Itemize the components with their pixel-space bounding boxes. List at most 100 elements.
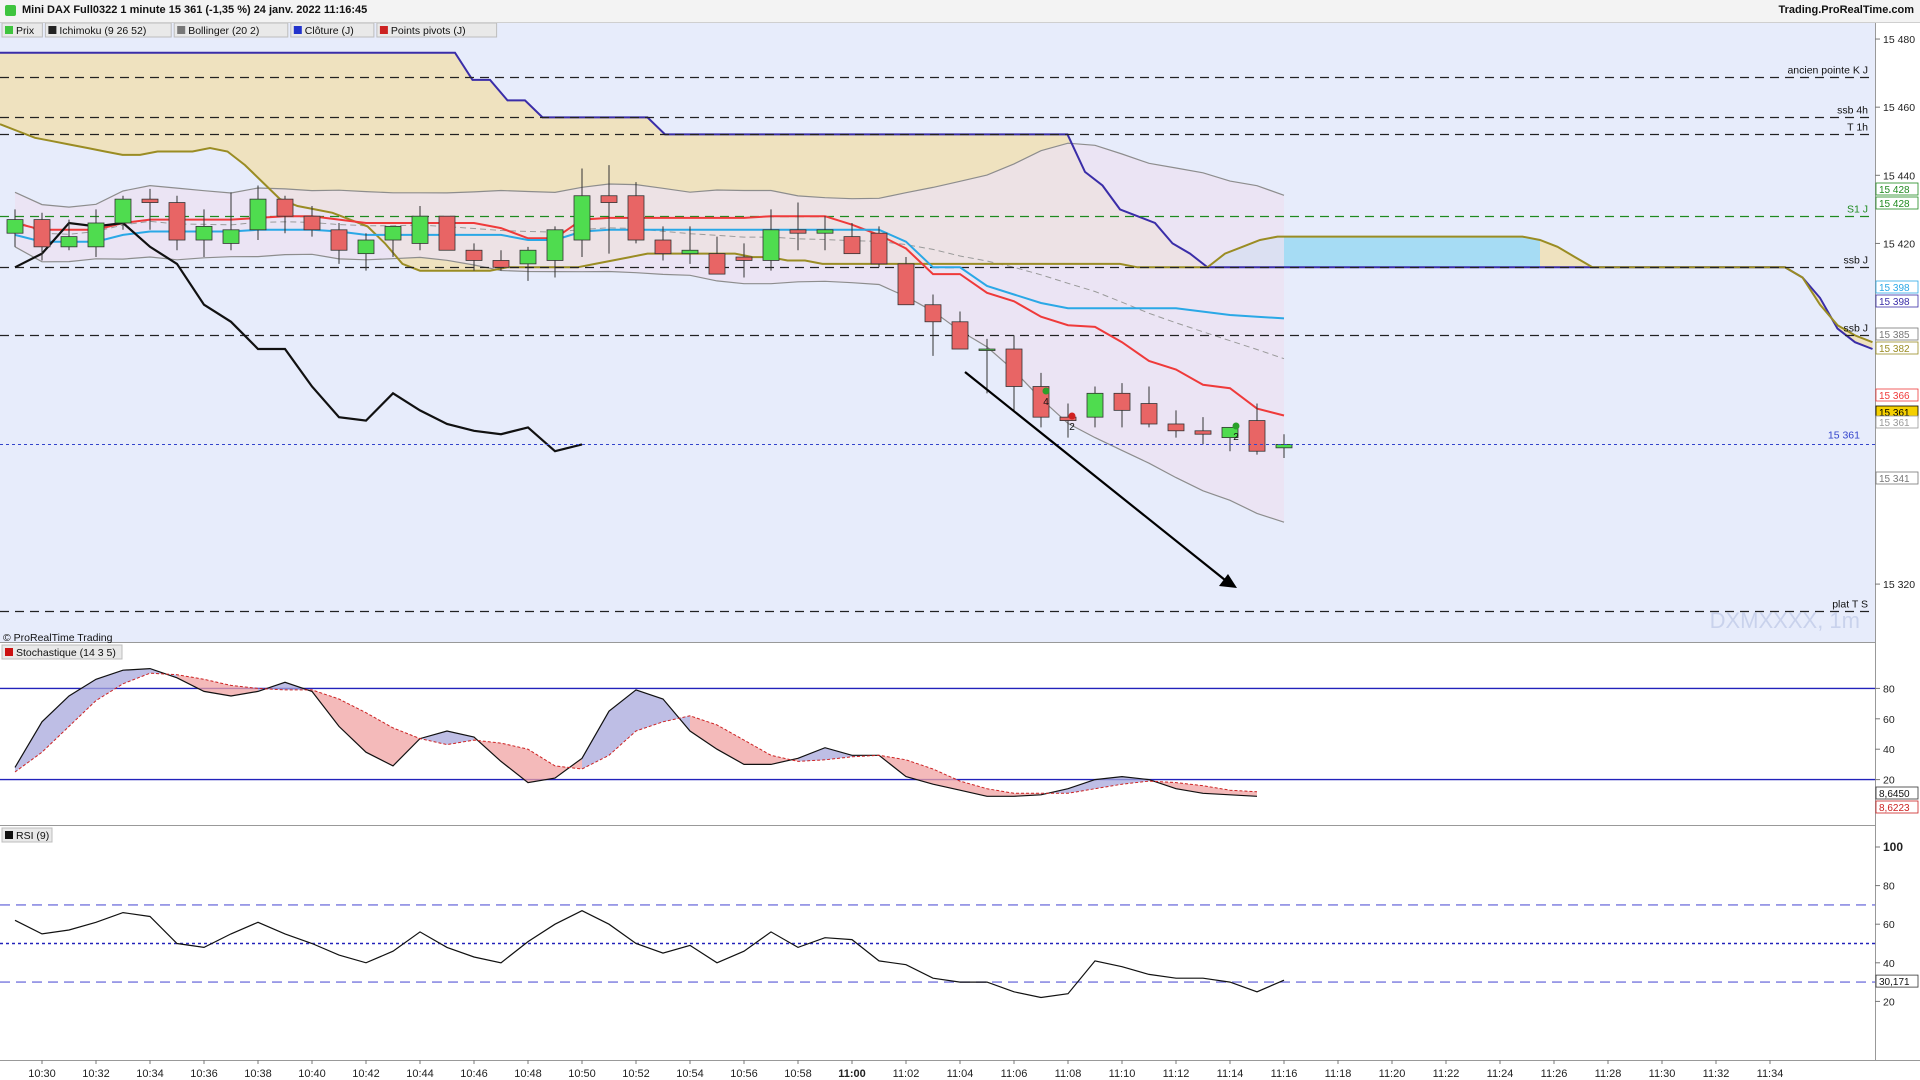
level-label: T 1h <box>1847 122 1868 134</box>
current-price-label: 15 361 <box>1828 430 1860 442</box>
candlestick[interactable] <box>249 198 267 231</box>
candlestick[interactable] <box>195 225 213 241</box>
price-axis-label: 15 320 <box>1883 579 1915 591</box>
candlestick[interactable] <box>816 229 834 234</box>
price-tag-label: 15 398 <box>1879 283 1910 294</box>
candlestick[interactable] <box>1248 420 1266 452</box>
signal-marker-icon <box>1068 412 1076 420</box>
time-axis-label: 11:00 <box>838 1068 866 1080</box>
candlestick[interactable] <box>357 239 375 255</box>
candlestick[interactable] <box>114 198 132 224</box>
stochastic-swatch-icon <box>5 648 13 656</box>
price-tag-label: 15 382 <box>1879 344 1910 355</box>
rsi-value: 30,171 <box>1879 977 1910 988</box>
candlestick[interactable] <box>924 304 942 323</box>
stochastic-label: Stochastique (14 3 5) <box>16 647 116 659</box>
price-tag-label: 15 428 <box>1879 199 1910 210</box>
time-axis-label: 10:34 <box>136 1068 164 1080</box>
candlestick[interactable] <box>951 321 969 350</box>
candlestick[interactable] <box>762 229 780 261</box>
stochastic-axis-label: 60 <box>1883 714 1895 726</box>
time-axis-label: 11:18 <box>1325 1068 1352 1080</box>
stochastic-axis-label: 40 <box>1883 744 1895 756</box>
candlestick[interactable] <box>1113 392 1131 411</box>
candlestick[interactable] <box>1140 403 1158 425</box>
signal-marker-label: 4 <box>1043 397 1049 408</box>
candlestick[interactable] <box>6 219 24 234</box>
candlestick[interactable] <box>519 249 537 265</box>
stochastic-k-value: 8,6450 <box>1879 789 1910 800</box>
candlestick[interactable] <box>87 222 105 248</box>
candlestick[interactable] <box>492 260 510 268</box>
time-axis-label: 10:50 <box>568 1068 596 1080</box>
level-label: ssb J <box>1843 255 1868 267</box>
candlestick[interactable] <box>33 219 51 248</box>
signal-marker-icon <box>1232 422 1240 430</box>
candlestick[interactable] <box>303 215 321 231</box>
candlestick[interactable] <box>654 239 672 255</box>
price-axis-label: 15 420 <box>1883 238 1915 250</box>
time-axis-label: 10:42 <box>352 1068 380 1080</box>
candlestick[interactable] <box>600 195 618 203</box>
candlestick[interactable] <box>465 249 483 261</box>
brand-label: Trading.ProRealTime.com <box>1778 4 1914 16</box>
candlestick[interactable] <box>330 229 348 251</box>
candlestick[interactable] <box>60 236 78 248</box>
time-axis-label: 11:02 <box>893 1068 920 1080</box>
candlestick[interactable] <box>870 232 888 265</box>
legend-swatch-icon <box>379 26 388 34</box>
candlestick[interactable] <box>384 225 402 241</box>
rsi-axis-label: 60 <box>1883 919 1895 931</box>
legend-label: Clôture (J) <box>305 25 354 37</box>
candlestick[interactable] <box>1086 392 1104 418</box>
candlestick[interactable] <box>843 236 861 255</box>
time-axis-label: 10:54 <box>676 1068 704 1080</box>
candlestick[interactable] <box>438 215 456 251</box>
signal-marker-icon <box>1042 387 1050 395</box>
candlestick[interactable] <box>627 195 645 241</box>
chart-svg[interactable]: ancien pointe K J ssb 4h T 1h S1 J ssb J ssb … <box>0 0 1920 1080</box>
rsi-swatch-icon <box>5 831 13 839</box>
level-label: ssb J <box>1843 323 1868 335</box>
legend-label: Prix <box>16 25 35 37</box>
rsi-label: RSI (9) <box>16 830 49 842</box>
price-axis-label: 15 480 <box>1883 34 1915 46</box>
rsi-axis-label: 100 <box>1883 840 1903 854</box>
candlestick[interactable] <box>789 229 807 234</box>
candlestick[interactable] <box>573 195 591 241</box>
stochastic-axis-label: 20 <box>1883 775 1895 787</box>
candlestick[interactable] <box>897 263 915 306</box>
rsi-axis-label: 40 <box>1883 958 1895 970</box>
price-tag-label: 15 361 <box>1879 418 1910 429</box>
time-axis-label: 10:44 <box>406 1068 434 1080</box>
candlestick[interactable] <box>1005 348 1023 387</box>
signal-marker-label: 2 <box>1233 432 1239 443</box>
time-axis-label: 10:36 <box>190 1068 218 1080</box>
candlestick[interactable] <box>222 229 240 244</box>
time-axis-label: 11:06 <box>1001 1068 1028 1080</box>
candlestick[interactable] <box>141 198 159 203</box>
time-axis-label: 10:56 <box>730 1068 758 1080</box>
candlestick[interactable] <box>546 229 564 261</box>
candlestick[interactable] <box>708 253 726 275</box>
time-axis-label: 11:08 <box>1055 1068 1082 1080</box>
price-tag-label: 15 428 <box>1879 185 1910 196</box>
time-axis-label: 11:24 <box>1487 1068 1514 1080</box>
candlestick[interactable] <box>168 202 186 241</box>
level-label: ancien pointe K J <box>1787 65 1868 77</box>
price-tag-label: 15 366 <box>1879 391 1910 402</box>
stochastic-d-value: 8,6223 <box>1879 803 1910 814</box>
trading-chart[interactable]: ancien pointe K J ssb 4h T 1h S1 J ssb J ssb … <box>0 0 1920 1080</box>
candlestick[interactable] <box>276 198 294 217</box>
stochastic-panel-bg <box>0 643 1875 825</box>
time-axis-label: 10:40 <box>298 1068 326 1080</box>
candlestick[interactable] <box>681 249 699 255</box>
time-axis-label: 11:26 <box>1541 1068 1568 1080</box>
candlestick[interactable] <box>735 256 753 261</box>
candlestick[interactable] <box>978 348 996 351</box>
legend-label: Ichimoku (9 26 52) <box>59 25 146 37</box>
candlestick[interactable] <box>411 215 429 244</box>
time-axis-label: 11:20 <box>1379 1068 1406 1080</box>
candlestick[interactable] <box>1194 430 1212 435</box>
candlestick[interactable] <box>1167 423 1185 432</box>
